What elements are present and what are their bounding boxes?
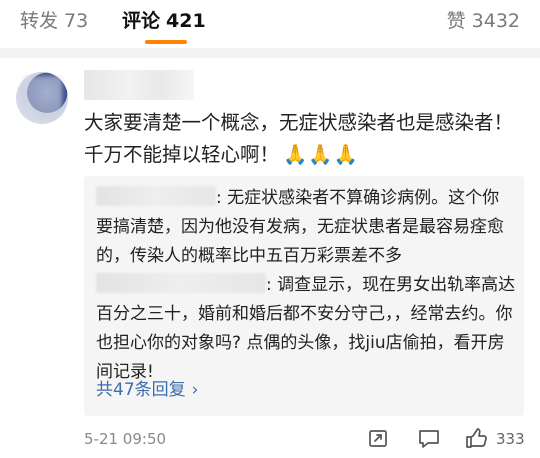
- more-replies-label: 共47条回复: [96, 380, 186, 400]
- username-blurred[interactable]: [84, 70, 194, 100]
- more-replies-link[interactable]: 共47条回复 ›: [96, 378, 198, 402]
- chevron-right-icon: ›: [191, 380, 199, 400]
- tab-repost-label: 转发: [20, 10, 59, 32]
- tab-likes[interactable]: 赞 3432: [447, 8, 520, 34]
- reply-item[interactable]: : 无症状感染者不算确诊病例。这个你要搞清楚，因为他没有发病，无症状患者是最容易…: [96, 184, 516, 271]
- tab-bar: 转发 73 评论 421 赞 3432: [0, 0, 540, 48]
- comments-page: 转发 73 评论 421 赞 3432 大家要清楚一个概念，无症状感染者也是感染者！千…: [0, 0, 540, 458]
- share-icon[interactable]: [366, 426, 390, 454]
- comment-emoji: 🙏🙏🙏: [283, 143, 359, 166]
- tab-likes-label: 赞: [446, 10, 466, 32]
- avatar-blur: [24, 76, 62, 116]
- comment-body: 大家要清楚一个概念，无症状感染者也是感染者！千万不能掉以轻心啊！ 🙏🙏🙏: [84, 107, 524, 171]
- reply-author-blurred[interactable]: [96, 186, 216, 206]
- section-divider: [0, 48, 540, 58]
- tab-comments-count: 421: [166, 10, 206, 32]
- tab-comments[interactable]: 评论 421: [122, 8, 206, 34]
- tab-likes-count: 3432: [471, 10, 520, 32]
- tab-repost-count: 73: [64, 10, 89, 32]
- tab-comments-label: 评论: [122, 10, 161, 32]
- reply-author-blurred[interactable]: [96, 273, 266, 293]
- tab-repost[interactable]: 转发 73: [20, 8, 88, 34]
- comment-time: 5-21 09:50: [84, 430, 167, 448]
- active-tab-indicator: [145, 40, 187, 44]
- like-count: 333: [496, 430, 525, 448]
- replies-box[interactable]: : 无症状感染者不算确诊病例。这个你要搞清楚，因为他没有发病，无症状患者是最容易…: [84, 176, 524, 416]
- reply-item[interactable]: : 调查显示，现在男女出轨率高达百分之三十，婚前和婚后都不安分守己，，经常去约。…: [96, 271, 516, 387]
- comment-icon[interactable]: [416, 426, 442, 454]
- like-icon[interactable]: [464, 426, 490, 454]
